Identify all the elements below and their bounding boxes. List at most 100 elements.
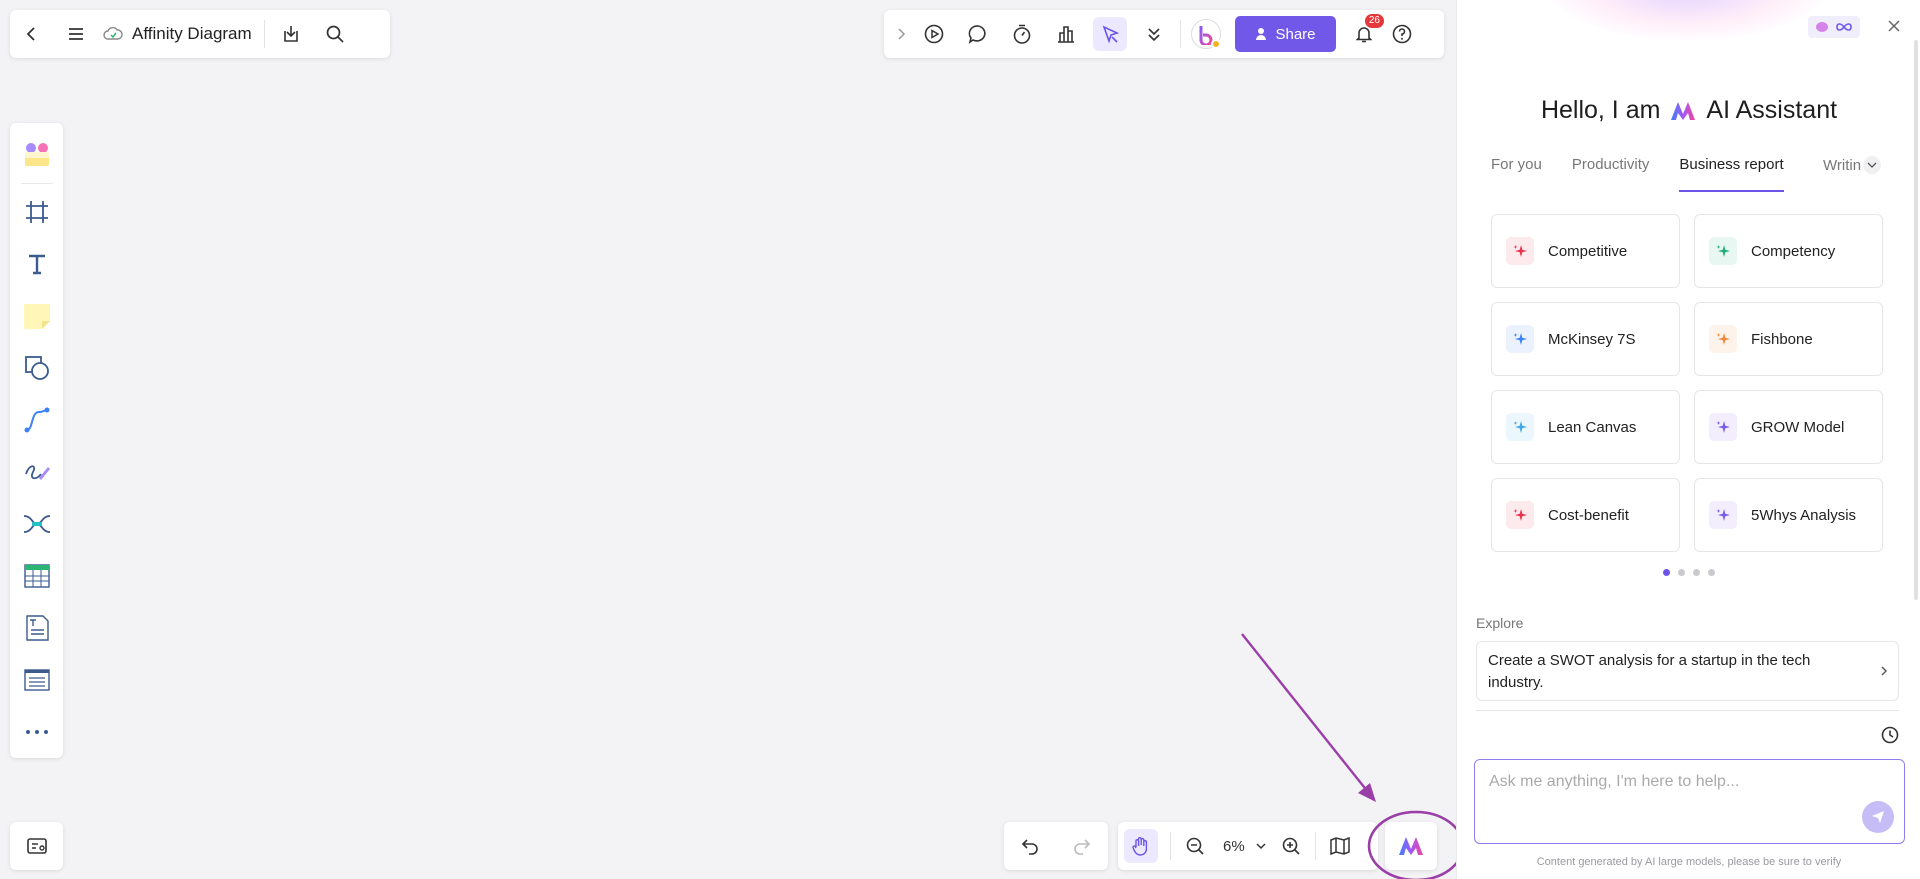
text-tool-icon[interactable] <box>15 238 59 290</box>
tabs-dropdown-chevron-icon[interactable] <box>1863 156 1882 174</box>
pagination-dot[interactable] <box>1678 569 1685 576</box>
user-avatar[interactable] <box>1191 19 1221 49</box>
ai-disclaimer: Content generated by AI large models, pl… <box>1536 856 1842 868</box>
laser-pointer-icon[interactable] <box>1093 17 1127 51</box>
divider <box>1170 832 1171 860</box>
document-text-icon[interactable] <box>15 602 59 654</box>
left-tool-rail <box>10 123 63 758</box>
vote-icon[interactable] <box>1044 12 1088 56</box>
comment-icon[interactable] <box>956 12 1000 56</box>
ai-assistant-panel: Hello, I am AI Assistant For you Product… <box>1456 0 1920 879</box>
ai-assistant-toggle-icon[interactable] <box>1385 822 1437 870</box>
pen-draw-icon[interactable] <box>15 446 59 498</box>
panel-scrollbar[interactable] <box>1914 40 1918 600</box>
sparkle-icon <box>1506 413 1534 441</box>
sparkle-icon <box>1709 413 1737 441</box>
template-card-label: GROW Model <box>1751 418 1845 436</box>
sparkle-icon <box>1709 501 1737 529</box>
pagination-dot[interactable] <box>1708 569 1715 576</box>
template-card[interactable]: Fishbone <box>1694 302 1883 376</box>
tab-business-report[interactable]: Business report <box>1679 156 1784 192</box>
template-card[interactable]: McKinsey 7S <box>1491 302 1680 376</box>
explore-heading: Explore <box>1476 615 1524 631</box>
sticky-note-icon[interactable] <box>15 290 59 342</box>
play-presentation-icon[interactable] <box>912 12 956 56</box>
tab-writing[interactable]: Writin <box>1823 156 1882 174</box>
back-arrow-icon[interactable] <box>10 12 54 56</box>
divider <box>263 20 265 48</box>
zoom-out-icon[interactable] <box>1175 824 1215 868</box>
sparkle-icon <box>1709 237 1737 265</box>
template-card-label: Cost-benefit <box>1548 506 1629 524</box>
template-card[interactable]: 5Whys Analysis <box>1694 478 1883 552</box>
frame-icon[interactable] <box>15 186 59 238</box>
zoom-in-icon[interactable] <box>1271 824 1311 868</box>
cloud-sync-icon <box>98 12 128 56</box>
chevron-right-icon <box>1880 662 1888 684</box>
zoom-controls: 6% <box>1118 822 1378 870</box>
download-icon[interactable] <box>269 12 313 56</box>
timer-icon[interactable] <box>1000 12 1044 56</box>
collapse-chevron-icon[interactable] <box>890 12 912 56</box>
chat-input[interactable] <box>1489 770 1849 794</box>
template-card[interactable]: GROW Model <box>1694 390 1883 464</box>
ai-logo-icon <box>1671 101 1696 120</box>
divider <box>1180 20 1181 48</box>
template-card[interactable]: Lean Canvas <box>1491 390 1680 464</box>
sparkle-icon <box>1506 501 1534 529</box>
zoom-dropdown-chevron-icon[interactable] <box>1251 824 1271 868</box>
assistant-name: AI Assistant <box>1706 96 1838 124</box>
mind-map-icon[interactable] <box>15 498 59 550</box>
connector-line-icon[interactable] <box>15 394 59 446</box>
document-title[interactable]: Affinity Diagram <box>132 24 252 44</box>
table-icon[interactable] <box>15 550 59 602</box>
more-tools-chevron-icon[interactable] <box>1132 12 1176 56</box>
decorative-glow <box>1547 0 1827 40</box>
pagination-dot[interactable] <box>1693 569 1700 576</box>
ai-brain-icon <box>1816 22 1828 32</box>
template-card[interactable]: Cost-benefit <box>1491 478 1680 552</box>
template-card-label: McKinsey 7S <box>1548 330 1636 348</box>
hand-pan-icon[interactable] <box>1124 829 1158 863</box>
template-card[interactable]: Competency <box>1694 214 1883 288</box>
list-icon[interactable] <box>15 654 59 706</box>
sparkle-icon <box>1506 325 1534 353</box>
tab-for-you[interactable]: For you <box>1491 156 1542 188</box>
explore-suggestion[interactable]: Create a SWOT analysis for a startup in … <box>1476 641 1899 701</box>
redo-icon[interactable] <box>1060 824 1104 868</box>
ai-plan-badge[interactable] <box>1808 16 1860 38</box>
greeting-prefix: Hello, I am <box>1540 96 1661 124</box>
send-icon[interactable] <box>1862 801 1894 833</box>
history-controls <box>1004 822 1108 870</box>
help-icon[interactable] <box>1384 12 1420 56</box>
search-icon[interactable] <box>313 12 357 56</box>
undo-icon[interactable] <box>1008 824 1052 868</box>
template-cards-grid: Competitive Competency McKinsey 7S Fishbone… <box>1491 214 1883 552</box>
top-toolbar: Share 26 <box>884 10 1444 58</box>
sparkle-icon <box>1709 325 1737 353</box>
more-dots-icon[interactable] <box>15 706 59 758</box>
tab-productivity[interactable]: Productivity <box>1572 156 1650 188</box>
templates-icon[interactable] <box>15 129 59 181</box>
document-header: Affinity Diagram <box>10 10 390 58</box>
share-button[interactable]: Share <box>1235 16 1336 52</box>
close-icon[interactable] <box>1882 14 1906 38</box>
ai-greeting-title: Hello, I am AI Assistant <box>1457 96 1920 125</box>
zoom-level[interactable]: 6% <box>1223 838 1245 855</box>
menu-icon[interactable] <box>54 12 98 56</box>
shapes-icon[interactable] <box>15 342 59 394</box>
map-book-icon[interactable] <box>1320 824 1360 868</box>
chat-input-box <box>1474 759 1905 844</box>
pagination-dot[interactable] <box>1663 569 1670 576</box>
divider <box>20 183 53 184</box>
template-card-label: Fishbone <box>1751 330 1813 348</box>
explore-suggestion-text: Create a SWOT analysis for a startup in … <box>1488 652 1811 691</box>
notification-badge: 26 <box>1364 14 1384 28</box>
minimap-toggle-icon[interactable] <box>10 822 63 870</box>
template-card[interactable]: Competitive <box>1491 214 1680 288</box>
notification-bell-icon[interactable]: 26 <box>1344 12 1384 56</box>
divider <box>1314 832 1316 860</box>
history-clock-icon[interactable] <box>1877 722 1903 748</box>
user-plus-icon <box>1256 28 1267 40</box>
template-card-label: Lean Canvas <box>1548 418 1637 436</box>
